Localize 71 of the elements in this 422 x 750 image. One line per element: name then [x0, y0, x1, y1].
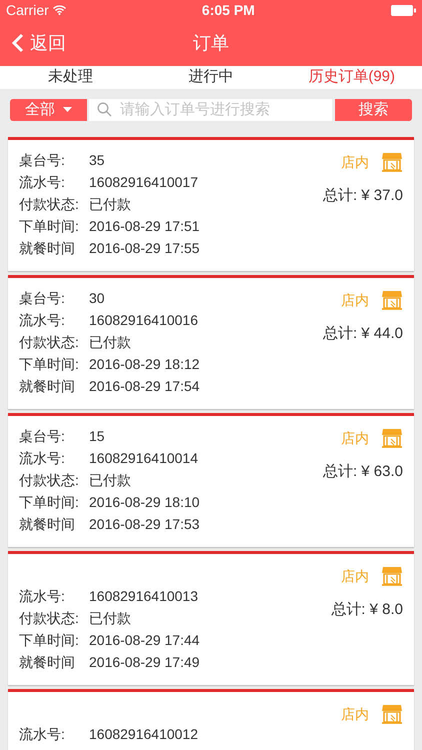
dine-in-label: 店内 — [341, 704, 369, 724]
storefront-icon — [381, 565, 403, 587]
order-card[interactable]: 桌台号: 30 流水号: 16082916410016 付款状态: 已付款 下单时间: 2016-08-29 18:12 就餐时间 2016-08-29 17:54 店内 总计: ¥ 44.0 — [8, 275, 414, 409]
dine-in-label: 店内 — [341, 428, 369, 448]
dine-in-label: 店内 — [341, 152, 369, 172]
caret-icon — [63, 107, 72, 112]
field-label: 付款状态: — [19, 194, 80, 214]
field-value: 2016-08-29 17:53 — [89, 514, 200, 534]
field-value: 16082916410016 — [89, 310, 198, 330]
field-value: 已付款 — [89, 470, 131, 490]
order-total: 总计: ¥ 8.0 — [331, 600, 403, 620]
field-value: 已付款 — [89, 608, 131, 628]
field-value: 35 — [89, 150, 105, 170]
order-total: 总计: ¥ 37.0 — [322, 186, 403, 206]
search-icon — [97, 102, 112, 118]
order-total: 总计: ¥ 44.0 — [322, 324, 403, 344]
field-label: 桌台号: — [19, 288, 66, 308]
field-label: 流水号: — [19, 310, 66, 330]
battery-icon — [390, 4, 416, 16]
search-field[interactable]: 请输入订单号进行搜索 — [89, 98, 332, 121]
field-label: 下单时间: — [19, 492, 80, 512]
tab[interactable]: 历史订单(99) — [281, 66, 422, 88]
storefront-icon — [381, 703, 403, 725]
field-label: 下单时间: — [19, 216, 80, 236]
field-label: 下单时间: — [19, 630, 80, 650]
chevron-left-icon — [12, 33, 24, 53]
field-label: 桌台号: — [19, 150, 66, 170]
field-label: 流水号: — [19, 448, 66, 468]
clock-label: 6:05 PM — [202, 0, 255, 20]
field-value: 16082916410014 — [89, 448, 198, 468]
field-value: 2016-08-29 17:49 — [89, 652, 200, 672]
field-value: 2016-08-29 17:51 — [89, 216, 200, 236]
field-label: 付款状态: — [19, 332, 80, 352]
field-label: 付款状态: — [19, 470, 80, 490]
field-value: 30 — [89, 288, 105, 308]
tab[interactable]: 进行中 — [140, 66, 282, 88]
field-value: 15 — [89, 426, 105, 446]
field-label: 就餐时间 — [19, 238, 76, 258]
field-value: 2016-08-29 17:54 — [89, 376, 200, 396]
field-label: 流水号: — [19, 724, 66, 744]
field-value: 已付款 — [89, 194, 131, 214]
field-value: 16082916410017 — [89, 172, 198, 192]
field-label: 就餐时间 — [19, 514, 76, 534]
order-card[interactable]: 流水号: 16082916410013 付款状态: 已付款 下单时间: 2016-08-29 17:44 就餐时间 2016-08-29 17:49 店内 总计: ¥ 8.0 — [8, 551, 414, 685]
field-value: 已付款 — [89, 332, 131, 352]
tab[interactable]: 未处理 — [0, 66, 141, 88]
field-label: 就餐时间 — [19, 376, 76, 396]
wifi-icon — [52, 5, 66, 15]
page-title: 订单 — [193, 32, 229, 54]
field-value: 2016-08-29 18:12 — [89, 354, 200, 374]
field-value: 2016-08-29 17:55 — [89, 238, 200, 258]
dine-in-label: 店内 — [341, 566, 369, 586]
field-label: 桌台号: — [19, 426, 66, 446]
order-card[interactable]: 流水号: 16082916410012 店内 — [8, 689, 414, 750]
order-card[interactable]: 桌台号: 15 流水号: 16082916410014 付款状态: 已付款 下单时间: 2016-08-29 18:10 就餐时间 2016-08-29 17:53 店内 总计: ¥ 63.0 — [8, 413, 414, 547]
field-label: 就餐时间 — [19, 652, 76, 672]
storefront-icon — [381, 289, 403, 311]
field-label: 流水号: — [19, 172, 66, 192]
storefront-icon — [381, 427, 403, 449]
order-card[interactable]: 桌台号: 35 流水号: 16082916410017 付款状态: 已付款 下单时间: 2016-08-29 17:51 就餐时间 2016-08-29 17:55 店内 总计: ¥ 37.0 — [8, 137, 414, 271]
carrier-label: Carrier — [6, 0, 49, 20]
field-value: 16082916410013 — [89, 586, 198, 606]
order-total: 总计: ¥ 63.0 — [322, 462, 403, 482]
field-label: 下单时间: — [19, 354, 80, 374]
field-label: 付款状态: — [19, 608, 80, 628]
field-value: 16082916410012 — [89, 724, 198, 744]
field-label: 流水号: — [19, 586, 66, 606]
storefront-icon — [381, 151, 403, 173]
dine-in-label: 店内 — [341, 290, 369, 310]
field-value: 2016-08-29 17:44 — [89, 630, 200, 650]
field-value: 2016-08-29 18:10 — [89, 492, 200, 512]
